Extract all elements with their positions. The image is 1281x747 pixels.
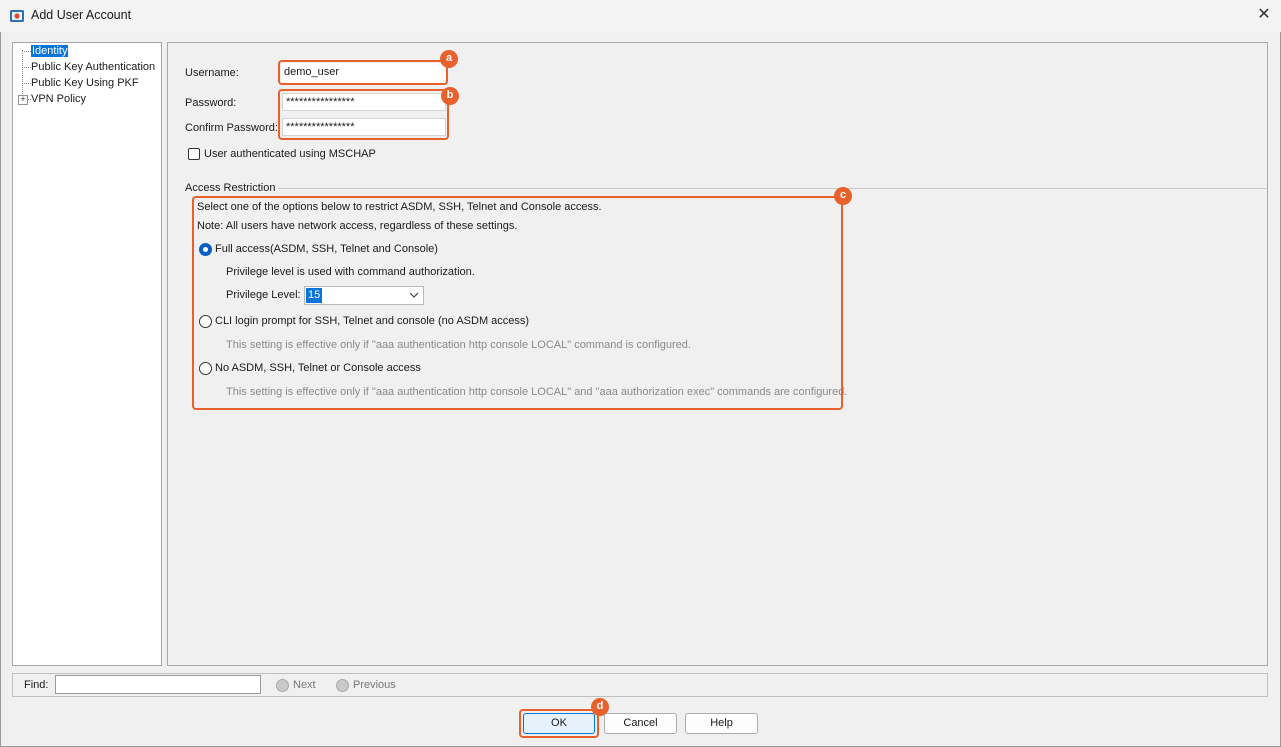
previous-icon[interactable] <box>336 679 349 692</box>
mschap-checkbox[interactable] <box>188 148 200 160</box>
tree-connector <box>22 83 31 84</box>
confirm-password-label: Confirm Password: <box>185 122 278 134</box>
highlight-a <box>278 60 448 85</box>
find-bar: Find: Next Previous <box>12 673 1268 697</box>
password-label: Password: <box>185 97 237 109</box>
next-icon[interactable] <box>276 679 289 692</box>
tree-connector <box>22 51 31 52</box>
find-next-button[interactable]: Next <box>293 679 316 691</box>
badge-b: b <box>441 87 459 105</box>
tree-item-vpn-policy[interactable]: VPN Policy <box>31 93 86 105</box>
close-icon[interactable]: ✕ <box>1253 5 1275 25</box>
asdm-app-icon <box>9 8 25 24</box>
section-divider <box>278 188 1268 189</box>
help-button[interactable]: Help <box>685 713 758 734</box>
cancel-button[interactable]: Cancel <box>604 713 677 734</box>
mschap-label: User authenticated using MSCHAP <box>204 148 376 160</box>
highlight-c <box>192 196 843 410</box>
find-label: Find: <box>24 679 49 691</box>
tree-item-public-key-using-pkf[interactable]: Public Key Using PKF <box>31 77 139 89</box>
window-title: Add User Account <box>31 8 132 22</box>
tree-item-identity[interactable]: Identity <box>31 45 69 57</box>
badge-a: a <box>440 50 458 68</box>
tree-item-public-key-authentication[interactable]: Public Key Authentication <box>31 61 155 73</box>
tree-expand-icon[interactable]: + <box>18 95 28 105</box>
tree-guide-line <box>22 50 23 100</box>
tree-item-label: Identity <box>31 45 69 57</box>
find-previous-button[interactable]: Previous <box>353 679 396 691</box>
nav-tree: Identity Public Key Authentication Publi… <box>12 42 162 666</box>
badge-c: c <box>834 187 852 205</box>
username-label: Username: <box>185 67 239 79</box>
highlight-d <box>519 709 599 738</box>
find-input[interactable] <box>55 675 261 694</box>
highlight-b <box>278 89 449 140</box>
tree-connector <box>22 67 31 68</box>
title-bar: Add User Account ✕ <box>0 0 1281 32</box>
access-restriction-title: Access Restriction <box>185 182 276 194</box>
